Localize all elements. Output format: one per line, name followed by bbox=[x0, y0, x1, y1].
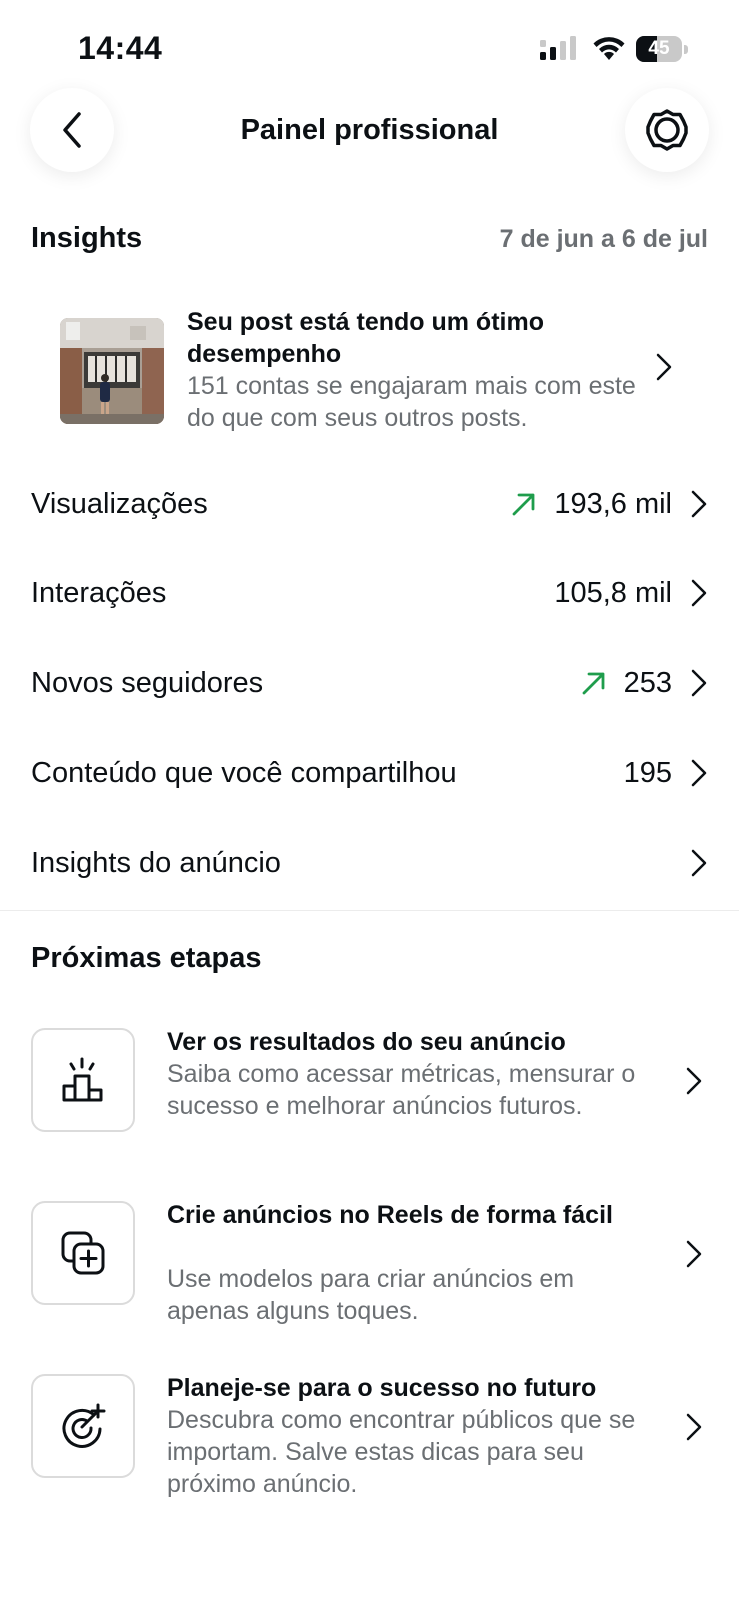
insights-title: Insights bbox=[31, 222, 143, 254]
next-steps-title: Próximas etapas bbox=[31, 942, 262, 974]
podium-icon bbox=[62, 1057, 103, 1102]
step-description: Saiba como acessar métricas, mensurar o … bbox=[167, 1060, 636, 1120]
step-item-ad-results[interactable]: Ver os resultados do seu anúncio Saiba c… bbox=[31, 1026, 708, 1156]
settings-button[interactable] bbox=[625, 88, 709, 172]
step-title: Planeje-se para o sucesso no futuro bbox=[167, 1374, 597, 1402]
chevron-right-icon bbox=[686, 1067, 702, 1095]
metric-label: Novos seguidores bbox=[31, 666, 264, 699]
post-thumbnail bbox=[60, 318, 164, 424]
step-icon-box bbox=[31, 1028, 135, 1132]
target-sparkle-icon bbox=[62, 1403, 106, 1448]
metric-row-interactions[interactable]: Interações 105,8 mil bbox=[31, 563, 708, 623]
step-item-future-success[interactable]: Planeje-se para o sucesso no futuro Desc… bbox=[31, 1372, 708, 1502]
header: Painel profissional bbox=[0, 88, 739, 174]
metric-row-views[interactable]: Visualizações 193,6 mil bbox=[31, 474, 708, 534]
wifi-icon bbox=[593, 37, 625, 60]
post-highlight-card[interactable]: Seu post está tendo um ótimo desempenho … bbox=[60, 306, 708, 436]
metric-label: Insights do anúncio bbox=[31, 846, 281, 879]
metric-row-shared-content[interactable]: Conteúdo que você compartilhou 195 bbox=[31, 743, 708, 803]
battery-indicator: 45 bbox=[636, 36, 688, 62]
step-icon-box bbox=[31, 1374, 135, 1478]
gear-icon bbox=[646, 109, 688, 151]
status-time: 14:44 bbox=[78, 30, 163, 66]
battery-percent: 45 bbox=[648, 38, 670, 59]
step-title: Crie anúncios no Reels de forma fácil bbox=[167, 1201, 613, 1229]
metric-label: Visualizações bbox=[31, 487, 208, 520]
chevron-right-icon bbox=[691, 759, 707, 787]
step-icon-box bbox=[31, 1201, 135, 1305]
metric-value: 195 bbox=[623, 756, 672, 789]
trend-up-icon bbox=[582, 672, 605, 695]
highlight-description: 151 contas se engajaram mais com este do… bbox=[187, 372, 636, 432]
metric-value: 105,8 mil bbox=[554, 576, 672, 609]
metric-value: 193,6 mil bbox=[554, 487, 672, 520]
step-title: Ver os resultados do seu anúncio bbox=[167, 1028, 566, 1056]
add-reels-icon bbox=[61, 1231, 105, 1275]
chevron-right-icon bbox=[686, 1240, 702, 1268]
chevron-right-icon bbox=[656, 353, 672, 381]
metric-label: Interações bbox=[31, 576, 167, 609]
next-steps-header: Próximas etapas bbox=[31, 942, 708, 975]
status-bar: 14:44 45 bbox=[0, 0, 739, 90]
trend-up-icon bbox=[512, 493, 535, 516]
metric-value: 253 bbox=[623, 666, 672, 699]
chevron-right-icon bbox=[691, 849, 707, 877]
date-range[interactable]: 7 de jun a 6 de jul bbox=[500, 225, 708, 254]
chevron-right-icon bbox=[691, 490, 707, 518]
chevron-right-icon bbox=[691, 669, 707, 697]
metric-label: Conteúdo que você compartilhou bbox=[31, 756, 457, 789]
insights-header: Insights 7 de jun a 6 de jul bbox=[31, 222, 708, 255]
step-description: Use modelos para criar anúncios em apena… bbox=[167, 1265, 575, 1325]
cellular-signal-icon bbox=[540, 36, 576, 60]
section-divider bbox=[0, 910, 739, 911]
metric-row-ad-insights[interactable]: Insights do anúncio bbox=[31, 833, 708, 893]
highlight-title: Seu post está tendo um ótimo desempenho bbox=[187, 308, 544, 368]
step-description: Descubra como encontrar públicos que se … bbox=[167, 1406, 636, 1498]
chevron-right-icon bbox=[691, 579, 707, 607]
metric-row-new-followers[interactable]: Novos seguidores 253 bbox=[31, 653, 708, 713]
chevron-right-icon bbox=[686, 1413, 702, 1441]
step-item-reels-ads[interactable]: Crie anúncios no Reels de forma fácil Us… bbox=[31, 1199, 708, 1329]
